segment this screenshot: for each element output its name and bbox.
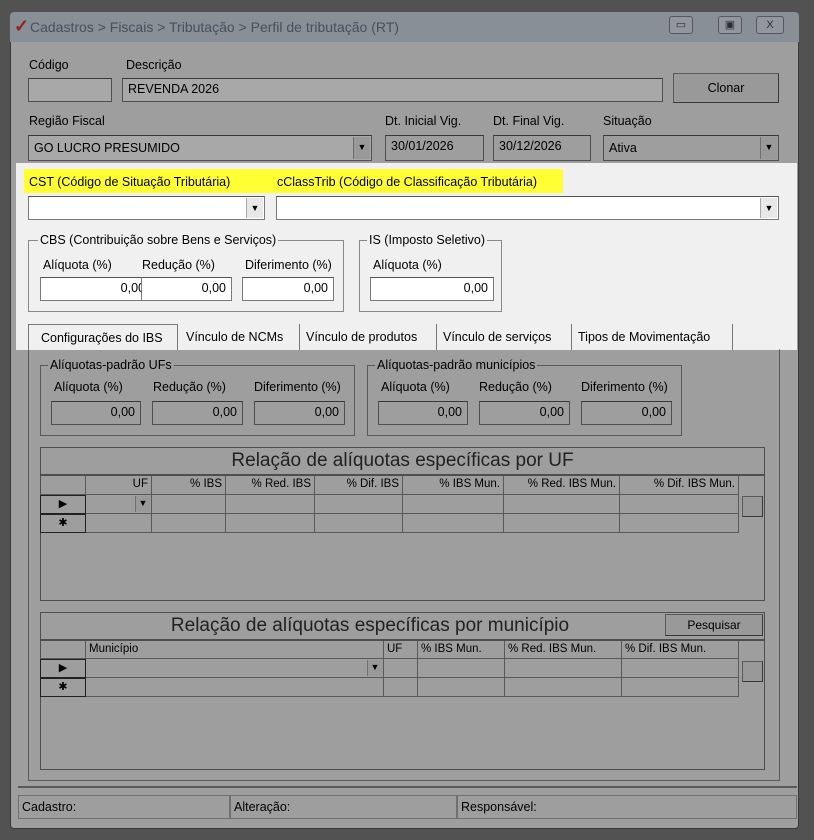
dim-overlay [0,163,16,350]
is-title: IS (Imposto Seletivo) [367,233,488,247]
cbs-aliquota-input[interactable]: 0,00 [40,277,151,301]
cst-select[interactable]: ▼ [28,196,265,220]
dim-overlay [797,163,814,350]
cst-label: CST (Código de Situação Tributária) [29,175,231,189]
cbs-title: CBS (Contribuição sobre Bens e Serviços) [38,233,279,247]
tab-configuracoes-ibs[interactable]: Configurações do IBS [28,324,178,350]
is-aliquota-label: Alíquota (%) [373,258,442,272]
cbs-reducao-input[interactable]: 0,00 [141,277,232,301]
dim-overlay [0,0,814,163]
cbs-aliquota-label: Alíquota (%) [43,258,112,272]
cbs-diferimento-label: Diferimento (%) [245,258,332,272]
dim-overlay [0,350,814,840]
cclasstrib-label: cClassTrib (Código de Classificação Trib… [277,175,538,189]
cbs-reducao-label: Redução (%) [142,258,215,272]
tab-vinculo-produtos[interactable]: Vínculo de produtos [300,324,437,350]
tab-tipos-movimentacao[interactable]: Tipos de Movimentação [572,324,733,350]
cbs-group [28,240,344,312]
chevron-down-icon[interactable]: ▼ [246,198,263,218]
is-group [359,240,502,312]
tab-vinculo-ncms[interactable]: Vínculo de NCMs [180,324,300,350]
cclasstrib-select[interactable]: ▼ [276,196,779,220]
is-aliquota-input[interactable]: 0,00 [370,277,494,301]
chevron-down-icon[interactable]: ▼ [760,198,777,218]
tab-vinculo-servicos[interactable]: Vínculo de serviços [437,324,572,350]
cbs-diferimento-input[interactable]: 0,00 [242,277,334,301]
